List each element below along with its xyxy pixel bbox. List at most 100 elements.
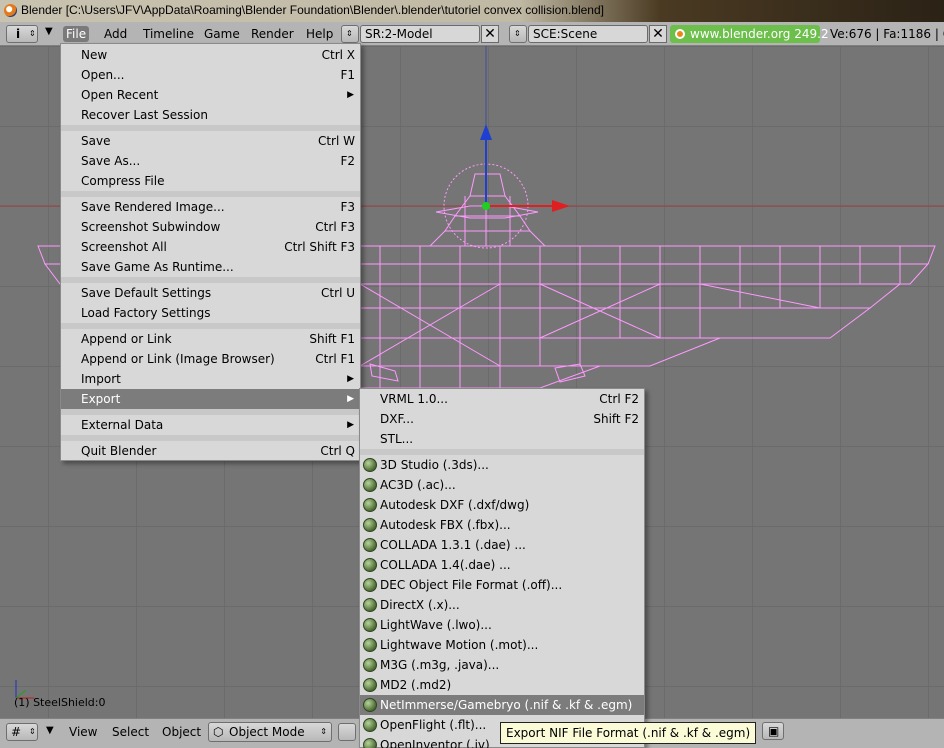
menu-add[interactable]: Add (101, 26, 130, 42)
draw-type-button[interactable] (338, 723, 356, 741)
python-script-icon (363, 658, 377, 672)
python-script-icon (363, 678, 377, 692)
updown-arrows-icon: ⇕ (320, 727, 327, 736)
file-menu-dropdown: New Ctrl X Open... F1 Open Recent ▶ Recover… (60, 43, 361, 461)
file-menu-item-screenshot-all[interactable]: Screenshot All Ctrl Shift F3 (61, 237, 360, 257)
file-menu-item-save-as[interactable]: Save As... F2 (61, 151, 360, 171)
export-item-md2[interactable]: MD2 (.md2) (360, 675, 644, 695)
collapse-triangle-icon[interactable]: ▼ (46, 725, 54, 736)
render-view-button[interactable]: ▣ (762, 722, 784, 740)
export-item-m3g[interactable]: M3G (.m3g, .java)... (360, 655, 644, 675)
python-script-icon (363, 618, 377, 632)
scene-browse-button[interactable]: ⇕ (509, 25, 527, 43)
menu-render[interactable]: Render (248, 26, 297, 42)
mode-selector[interactable]: ⬡ Object Mode ⇕ (208, 722, 332, 742)
file-menu-item-save[interactable]: Save Ctrl W (61, 131, 360, 151)
updown-arrows-icon: ⇕ (514, 29, 521, 38)
file-menu-item-export[interactable]: Export ▶ (61, 389, 360, 409)
submenu-arrow-icon: ▶ (347, 90, 354, 100)
collapse-triangle-icon[interactable]: ▼ (45, 26, 53, 37)
file-menu-item-save-game-as-runtime[interactable]: Save Game As Runtime... (61, 257, 360, 277)
file-menu-item-screenshot-subwindow[interactable]: Screenshot Subwindow Ctrl F3 (61, 217, 360, 237)
python-script-icon (363, 738, 377, 748)
grid-icon: # (11, 725, 22, 739)
export-item-3ds[interactable]: 3D Studio (.3ds)... (360, 455, 644, 475)
menu-select[interactable]: Select (112, 724, 149, 740)
blender-logo-icon (4, 4, 17, 17)
menu-object[interactable]: Object (162, 724, 201, 740)
export-item-vrml[interactable]: VRML 1.0... Ctrl F2 (360, 389, 644, 409)
close-icon: ✕ (484, 26, 496, 42)
file-menu-item-recover-last-session[interactable]: Recover Last Session (61, 105, 360, 125)
window-titlebar: Blender [C:\Users\JFV\AppData\Roaming\Bl… (0, 0, 944, 22)
export-submenu: VRML 1.0... Ctrl F2 DXF... Shift F2 STL...… (359, 388, 645, 748)
window-title: Blender [C:\Users\JFV\AppData\Roaming\Bl… (21, 3, 604, 17)
file-menu-item-open-recent[interactable]: Open Recent ▶ (61, 85, 360, 105)
submenu-arrow-icon: ▶ (347, 374, 354, 384)
python-script-icon (363, 718, 377, 732)
menu-game[interactable]: Game (201, 26, 243, 42)
viewport-editor-type-button[interactable]: # ⇕ (6, 723, 38, 741)
info-icon: i (16, 27, 21, 41)
active-object-label: (1) SteelShield:0 (14, 696, 106, 709)
mode-label: Object Mode (229, 725, 305, 739)
file-menu-item-open[interactable]: Open... F1 (61, 65, 360, 85)
blender-logo-icon (675, 29, 685, 39)
export-item-nif[interactable]: NetImmerse/Gamebryo (.nif & .kf & .egm) (360, 695, 644, 715)
export-item-stl[interactable]: STL... (360, 429, 644, 449)
python-script-icon (363, 598, 377, 612)
menu-timeline[interactable]: Timeline (140, 26, 197, 42)
menu-view[interactable]: View (69, 724, 97, 740)
file-menu-item-append-or-link-image-browser[interactable]: Append or Link (Image Browser) Ctrl F1 (61, 349, 360, 369)
updown-arrows-icon: ⇕ (29, 727, 36, 736)
scene-delete-button[interactable]: ✕ (649, 25, 667, 43)
file-menu-item-external-data[interactable]: External Data ▶ (61, 415, 360, 435)
python-script-icon (363, 558, 377, 572)
blender-org-link[interactable]: www.blender.org 249.2 (670, 25, 829, 43)
python-script-icon (363, 638, 377, 652)
export-item-autodesk-dxf[interactable]: Autodesk DXF (.dxf/dwg) (360, 495, 644, 515)
updown-arrows-icon: ⇕ (29, 29, 36, 38)
export-nif-tooltip: Export NIF File Format (.nif & .kf & .eg… (500, 722, 757, 744)
close-icon: ✕ (652, 26, 664, 42)
export-item-collada-131[interactable]: COLLADA 1.3.1 (.dae) ... (360, 535, 644, 555)
submenu-arrow-icon: ▶ (347, 394, 354, 404)
camera-icon: ▣ (768, 724, 780, 738)
screen-browse-button[interactable]: ⇕ (341, 25, 359, 43)
python-script-icon (363, 478, 377, 492)
file-menu-item-append-or-link[interactable]: Append or Link Shift F1 (61, 329, 360, 349)
scene-stats: Ve:676 | Fa:1186 | O (830, 27, 944, 41)
export-item-collada-14[interactable]: COLLADA 1.4(.dae) ... (360, 555, 644, 575)
menu-file[interactable]: File (63, 26, 90, 42)
export-item-lightwave-motion[interactable]: Lightwave Motion (.mot)... (360, 635, 644, 655)
export-item-ac3d[interactable]: AC3D (.ac)... (360, 475, 644, 495)
file-menu-item-load-factory-settings[interactable]: Load Factory Settings (61, 303, 360, 323)
object-mode-icon: ⬡ (213, 725, 224, 739)
python-script-icon (363, 538, 377, 552)
export-item-lightwave[interactable]: LightWave (.lwo)... (360, 615, 644, 635)
python-script-icon (363, 518, 377, 532)
file-menu-item-new[interactable]: New Ctrl X (61, 45, 360, 65)
z-arrow-head (480, 124, 492, 140)
x-arrow-head (552, 200, 570, 212)
python-script-icon (363, 698, 377, 712)
updown-arrows-icon: ⇕ (346, 29, 353, 38)
file-menu-item-compress-file[interactable]: Compress File (61, 171, 360, 191)
file-menu-item-save-rendered-image[interactable]: Save Rendered Image... F3 (61, 197, 360, 217)
screen-name-field[interactable]: SR:2-Model (360, 25, 480, 43)
editor-type-button[interactable]: i ⇕ (6, 25, 38, 43)
export-item-fbx[interactable]: Autodesk FBX (.fbx)... (360, 515, 644, 535)
screen-delete-button[interactable]: ✕ (481, 25, 499, 43)
file-menu-item-save-default-settings[interactable]: Save Default Settings Ctrl U (61, 283, 360, 303)
export-item-directx[interactable]: DirectX (.x)... (360, 595, 644, 615)
file-menu-item-import[interactable]: Import ▶ (61, 369, 360, 389)
python-script-icon (363, 498, 377, 512)
export-item-dxf[interactable]: DXF... Shift F2 (360, 409, 644, 429)
scene-name-field[interactable]: SCE:Scene (528, 25, 648, 43)
file-menu-item-quit-blender[interactable]: Quit Blender Ctrl Q (61, 441, 360, 461)
menu-help[interactable]: Help (303, 26, 336, 42)
submenu-arrow-icon: ▶ (347, 420, 354, 430)
object-origin (482, 202, 490, 210)
python-script-icon (363, 458, 377, 472)
export-item-dec-off[interactable]: DEC Object File Format (.off)... (360, 575, 644, 595)
